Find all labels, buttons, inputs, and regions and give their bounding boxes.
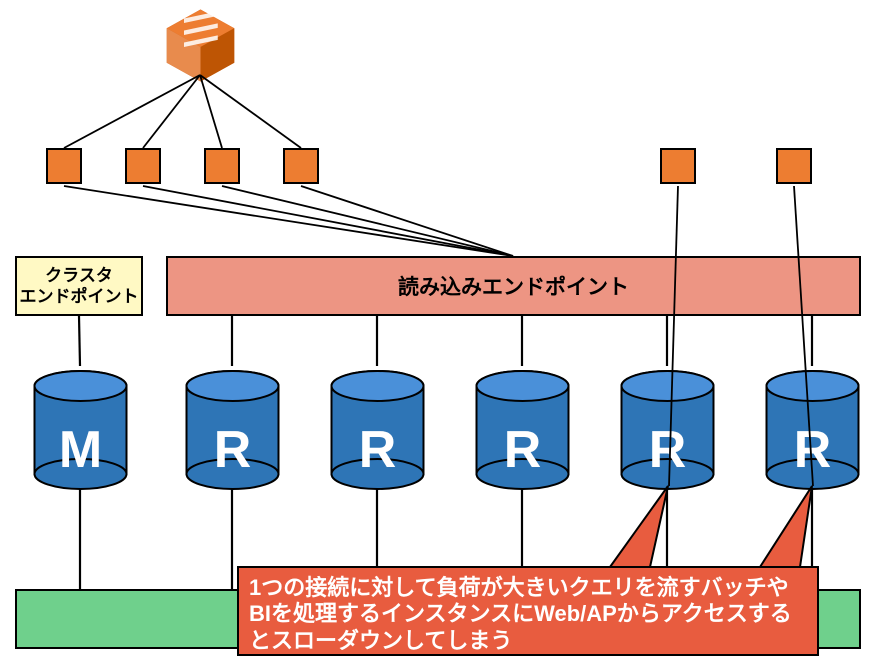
callout-note: 1つの接続に対して負荷が大きいクエリを流すバッチやBIを処理するインスタンスにW…	[237, 566, 819, 656]
